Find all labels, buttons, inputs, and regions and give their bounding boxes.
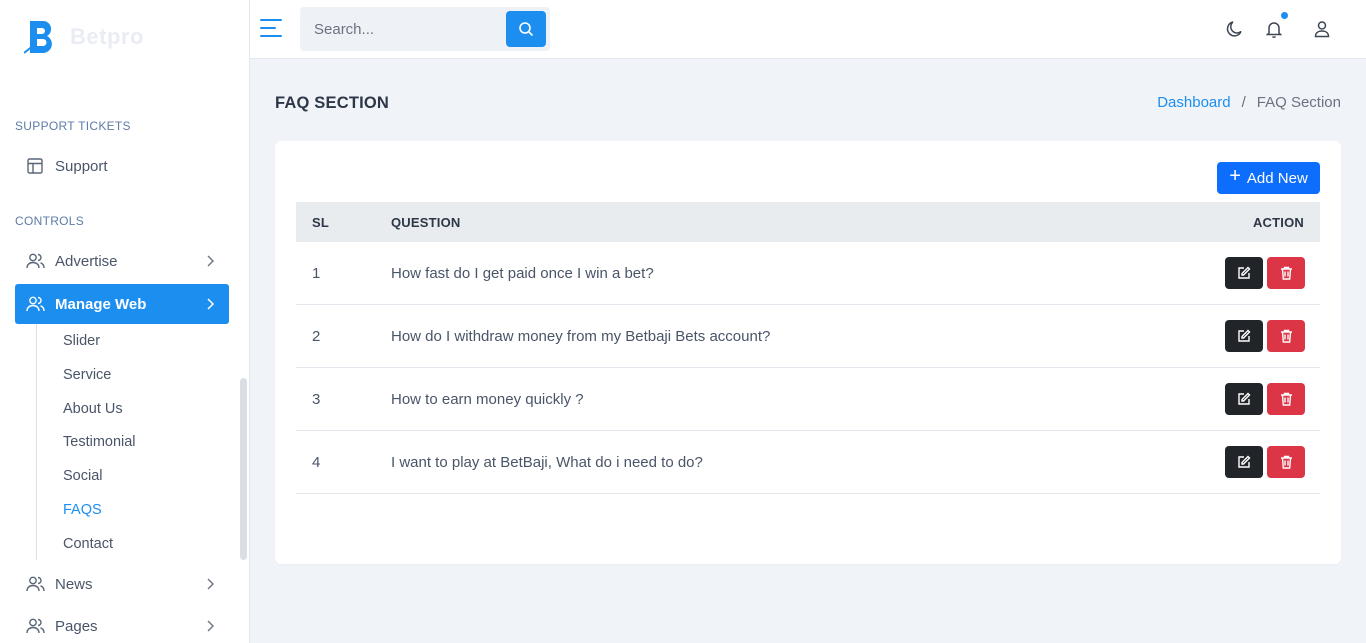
brand-logo[interactable]: Betpro	[23, 18, 144, 56]
search-box	[300, 7, 550, 51]
chevron-right-icon	[207, 578, 214, 590]
edit-button[interactable]	[1225, 257, 1263, 289]
breadcrumb-separator: /	[1241, 94, 1246, 111]
logo-icon	[23, 19, 60, 55]
row-sl: 1	[312, 265, 321, 282]
sidebar-item-support[interactable]: Support	[15, 146, 229, 186]
submenu-item-social[interactable]: Social	[63, 468, 103, 484]
sidebar-item-advertise[interactable]: Advertise	[15, 241, 229, 281]
topbar	[250, 0, 1366, 59]
user-icon[interactable]	[1312, 19, 1332, 39]
column-header-action: ACTION	[1252, 215, 1304, 230]
search-button[interactable]	[506, 11, 546, 47]
section-title-controls: CONTROLS	[15, 214, 85, 228]
row-sl: 2	[312, 328, 321, 345]
row-question: How do I withdraw money from my Betbaji …	[391, 328, 771, 345]
trash-icon	[1280, 266, 1292, 280]
sidebar-item-label: News	[55, 575, 93, 593]
submenu-item-about-us[interactable]: About Us	[63, 401, 123, 417]
sidebar-item-label: Support	[55, 157, 108, 175]
table-row: 1 How fast do I get paid once I win a be…	[296, 242, 1320, 305]
users-icon	[25, 616, 45, 636]
notification-dot	[1281, 12, 1288, 19]
sidebar-item-manage-web[interactable]: Manage Web	[15, 284, 229, 324]
delete-button[interactable]	[1267, 320, 1305, 352]
sidebar-item-label: Pages	[55, 617, 98, 635]
delete-button[interactable]	[1267, 257, 1305, 289]
manage-web-submenu: Slider Service About Us Testimonial Soci…	[36, 324, 216, 560]
row-question: I want to play at BetBaji, What do i nee…	[391, 454, 703, 471]
users-icon	[25, 251, 45, 271]
trash-icon	[1280, 455, 1292, 469]
row-sl: 4	[312, 454, 321, 471]
trash-icon	[1280, 329, 1292, 343]
add-new-label: Add New	[1246, 169, 1308, 187]
sidebar: Betpro SUPPORT TICKETS Support CONTROLS …	[0, 0, 250, 643]
column-header-sl: SL	[312, 215, 330, 230]
submenu-item-contact[interactable]: Contact	[63, 536, 113, 552]
submenu-item-service[interactable]: Service	[63, 367, 111, 383]
submenu-item-slider[interactable]: Slider	[63, 333, 100, 349]
bell-icon[interactable]	[1264, 19, 1284, 39]
edit-icon	[1238, 266, 1251, 279]
brand-name: Betpro	[70, 24, 144, 49]
chevron-right-icon	[207, 298, 215, 310]
search-icon	[519, 22, 534, 37]
row-question: How to earn money quickly ?	[391, 391, 584, 408]
trash-icon	[1280, 392, 1292, 406]
breadcrumb: Dashboard / FAQ Section	[1157, 94, 1341, 111]
sidebar-item-pages[interactable]: Pages	[15, 606, 229, 643]
edit-icon	[1238, 329, 1251, 342]
table-header: SL QUESTION ACTION	[296, 202, 1320, 242]
chevron-right-icon	[207, 620, 214, 632]
submenu-item-faqs[interactable]: FAQS	[63, 502, 102, 518]
faq-card: + Add New SL QUESTION ACTION 1 How fast …	[275, 141, 1341, 564]
plus-icon: +	[1229, 165, 1241, 187]
delete-button[interactable]	[1267, 446, 1305, 478]
breadcrumb-dashboard-link[interactable]: Dashboard	[1157, 94, 1230, 111]
menu-icon[interactable]	[260, 18, 282, 38]
sidebar-scrollbar[interactable]	[240, 378, 247, 560]
delete-button[interactable]	[1267, 383, 1305, 415]
edit-button[interactable]	[1225, 383, 1263, 415]
edit-icon	[1238, 392, 1251, 405]
edit-button[interactable]	[1225, 446, 1263, 478]
breadcrumb-current: FAQ Section	[1256, 94, 1341, 111]
moon-icon[interactable]	[1225, 19, 1245, 39]
submenu-item-testimonial[interactable]: Testimonial	[63, 434, 136, 450]
row-sl: 3	[312, 391, 321, 408]
chevron-right-icon	[207, 255, 214, 267]
page-title: FAQ SECTION	[275, 94, 390, 112]
add-new-button[interactable]: + Add New	[1217, 162, 1320, 194]
table-row: 4 I want to play at BetBaji, What do i n…	[296, 431, 1320, 494]
table-icon	[25, 156, 45, 176]
users-icon	[25, 294, 45, 314]
section-title-support: SUPPORT TICKETS	[15, 119, 131, 133]
sidebar-item-label: Advertise	[55, 252, 118, 270]
row-question: How fast do I get paid once I win a bet?	[391, 265, 654, 282]
table-row: 3 How to earn money quickly ?	[296, 368, 1320, 431]
column-header-question: QUESTION	[391, 215, 461, 230]
users-icon	[25, 574, 45, 594]
search-input[interactable]	[300, 7, 506, 51]
table-row: 2 How do I withdraw money from my Betbaj…	[296, 305, 1320, 368]
sidebar-item-label: Manage Web	[55, 295, 147, 313]
edit-icon	[1238, 455, 1251, 468]
sidebar-item-news[interactable]: News	[15, 564, 229, 604]
edit-button[interactable]	[1225, 320, 1263, 352]
faq-table: SL QUESTION ACTION 1 How fast do I get p…	[296, 202, 1320, 494]
